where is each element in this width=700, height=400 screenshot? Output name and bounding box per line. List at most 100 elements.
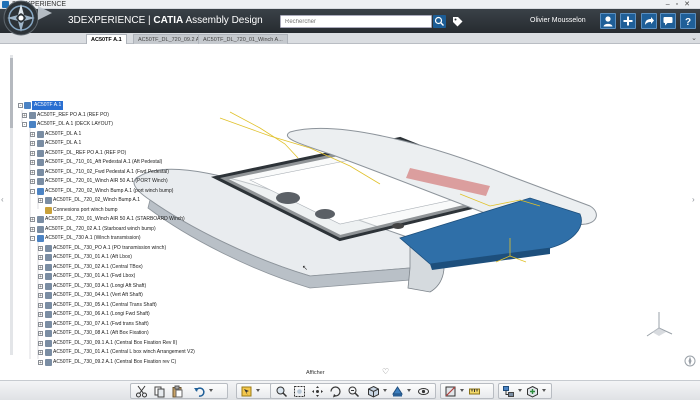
tab-dl-720-01-winch[interactable]: AC50TF_DL_720_01_Winch A... — [198, 34, 288, 44]
measure-icon[interactable] — [468, 385, 481, 398]
window-title-bar: 3DEXPERIENCE –▫✕ — [0, 0, 700, 9]
undo-icon[interactable] — [193, 385, 206, 398]
expand-toggle-icon[interactable]: + — [30, 217, 35, 223]
3d-model-viewport[interactable] — [110, 88, 610, 318]
expand-toggle-icon[interactable]: + — [38, 312, 43, 318]
view-axis-icon[interactable] — [644, 310, 674, 344]
collapse-toggle-icon[interactable]: - — [30, 188, 35, 194]
cut-icon[interactable] — [135, 385, 148, 398]
zoom-area-icon[interactable] — [347, 385, 360, 398]
expand-toggle-icon[interactable]: + — [22, 112, 27, 118]
collapse-toggle-icon[interactable]: - — [30, 236, 35, 242]
part-icon — [45, 339, 52, 347]
window-controls[interactable]: –▫✕ — [666, 0, 696, 9]
render-dropdown-chevron-icon[interactable] — [407, 389, 411, 392]
display-tool-group — [440, 383, 494, 399]
part-icon — [45, 349, 52, 356]
hide-show-icon[interactable] — [417, 385, 430, 398]
part-icon — [37, 130, 44, 138]
fit-all-icon[interactable] — [293, 385, 306, 398]
insert-component-icon[interactable] — [526, 385, 539, 398]
rotate-icon[interactable] — [329, 385, 342, 398]
part-icon — [45, 282, 52, 290]
favorite-heart-icon[interactable]: ♡ — [382, 367, 389, 376]
expand-toggle-icon[interactable]: + — [38, 321, 43, 327]
left-panel-arrow-icon[interactable]: ‹ — [1, 195, 4, 204]
part-icon — [37, 140, 44, 147]
share-button[interactable] — [641, 13, 657, 29]
tree-scrollbar[interactable] — [10, 55, 13, 355]
section-label[interactable]: Afficher — [306, 368, 325, 378]
copy-icon[interactable] — [153, 385, 166, 398]
insert-dropdown-chevron-icon[interactable] — [542, 389, 546, 392]
connection-icon — [45, 206, 52, 214]
user-name[interactable]: Olivier Mousselon — [530, 9, 586, 33]
expand-toggle-icon[interactable]: + — [30, 179, 35, 185]
expand-toggle-icon[interactable]: + — [38, 302, 43, 308]
plus-icon — [623, 16, 633, 26]
search-input[interactable] — [280, 15, 432, 28]
search-button[interactable] — [433, 15, 446, 28]
expand-toggle-icon[interactable]: + — [38, 255, 43, 261]
collapse-toggle-icon[interactable]: - — [18, 103, 23, 109]
expand-toggle-icon[interactable]: + — [30, 160, 35, 166]
view-cube-icon[interactable] — [367, 385, 380, 398]
expand-toggle-icon[interactable]: + — [30, 169, 35, 175]
action-bar — [0, 380, 700, 400]
undo-dropdown-chevron-icon[interactable] — [209, 389, 213, 392]
expand-toggle-icon[interactable]: + — [30, 150, 35, 156]
communicate-button[interactable] — [660, 13, 676, 29]
selection-filter-icon[interactable] — [240, 385, 253, 398]
part-icon — [45, 273, 52, 280]
part-icon — [45, 244, 52, 252]
profile-button[interactable] — [600, 13, 616, 29]
expand-toggle-icon[interactable]: + — [30, 131, 35, 137]
pan-icon[interactable] — [311, 385, 324, 398]
part-icon — [37, 159, 44, 166]
app-name: Assembly Design — [183, 15, 263, 26]
expand-toggle-icon[interactable]: + — [38, 245, 43, 251]
structure-dropdown-chevron-icon[interactable] — [518, 389, 522, 392]
chat-icon — [663, 17, 673, 26]
part-icon — [37, 216, 44, 223]
expand-toggle-icon[interactable]: + — [30, 226, 35, 232]
expand-toggle-icon[interactable]: + — [38, 340, 43, 346]
part-icon — [45, 330, 52, 337]
zoom-icon[interactable] — [275, 385, 288, 398]
expand-toggle-icon[interactable]: + — [30, 141, 35, 147]
user-icon — [603, 16, 613, 27]
product-structure-icon[interactable] — [502, 385, 515, 398]
3d-compass-icon[interactable] — [1, 0, 57, 44]
search-icon — [434, 16, 444, 26]
expand-toggle-icon[interactable]: + — [38, 283, 43, 289]
expand-toggle-icon[interactable]: + — [38, 331, 43, 337]
add-button[interactable] — [620, 13, 636, 29]
expand-toggle-icon[interactable]: + — [38, 274, 43, 280]
collapse-toggle-icon[interactable]: - — [22, 122, 27, 128]
paste-icon[interactable] — [171, 385, 184, 398]
tab-list-chevron-icon[interactable]: ⌄ — [691, 33, 697, 44]
help-button[interactable]: ? — [680, 13, 696, 29]
expand-toggle-icon[interactable]: + — [38, 264, 43, 270]
expand-toggle-icon[interactable]: + — [38, 198, 43, 204]
help-icon: ? — [685, 17, 691, 28]
expand-toggle-icon[interactable]: + — [38, 350, 43, 356]
filter-dropdown-chevron-icon[interactable] — [256, 389, 260, 392]
mouse-cursor-icon: ↖ — [302, 265, 308, 272]
view-dropdown-chevron-icon[interactable] — [383, 389, 387, 392]
product-name: CATIA — [153, 15, 184, 26]
expand-toggle-icon[interactable]: + — [38, 293, 43, 299]
part-icon — [45, 292, 52, 299]
mini-compass-icon[interactable] — [684, 355, 696, 367]
expand-toggle-icon[interactable]: + — [38, 359, 43, 365]
scrollbar-thumb[interactable] — [10, 58, 13, 128]
assembly-icon — [37, 235, 44, 242]
tag-button[interactable] — [451, 15, 464, 28]
section-dropdown-chevron-icon[interactable] — [460, 389, 464, 392]
part-icon — [37, 168, 44, 176]
render-style-icon[interactable] — [391, 385, 404, 398]
tab-ac50tf[interactable]: AC50TF A.1 — [86, 34, 127, 44]
brand-name: 3DEXPERIENCE — [68, 15, 146, 26]
section-view-icon[interactable] — [444, 385, 457, 398]
right-panel-arrow-icon[interactable]: › — [692, 195, 695, 204]
